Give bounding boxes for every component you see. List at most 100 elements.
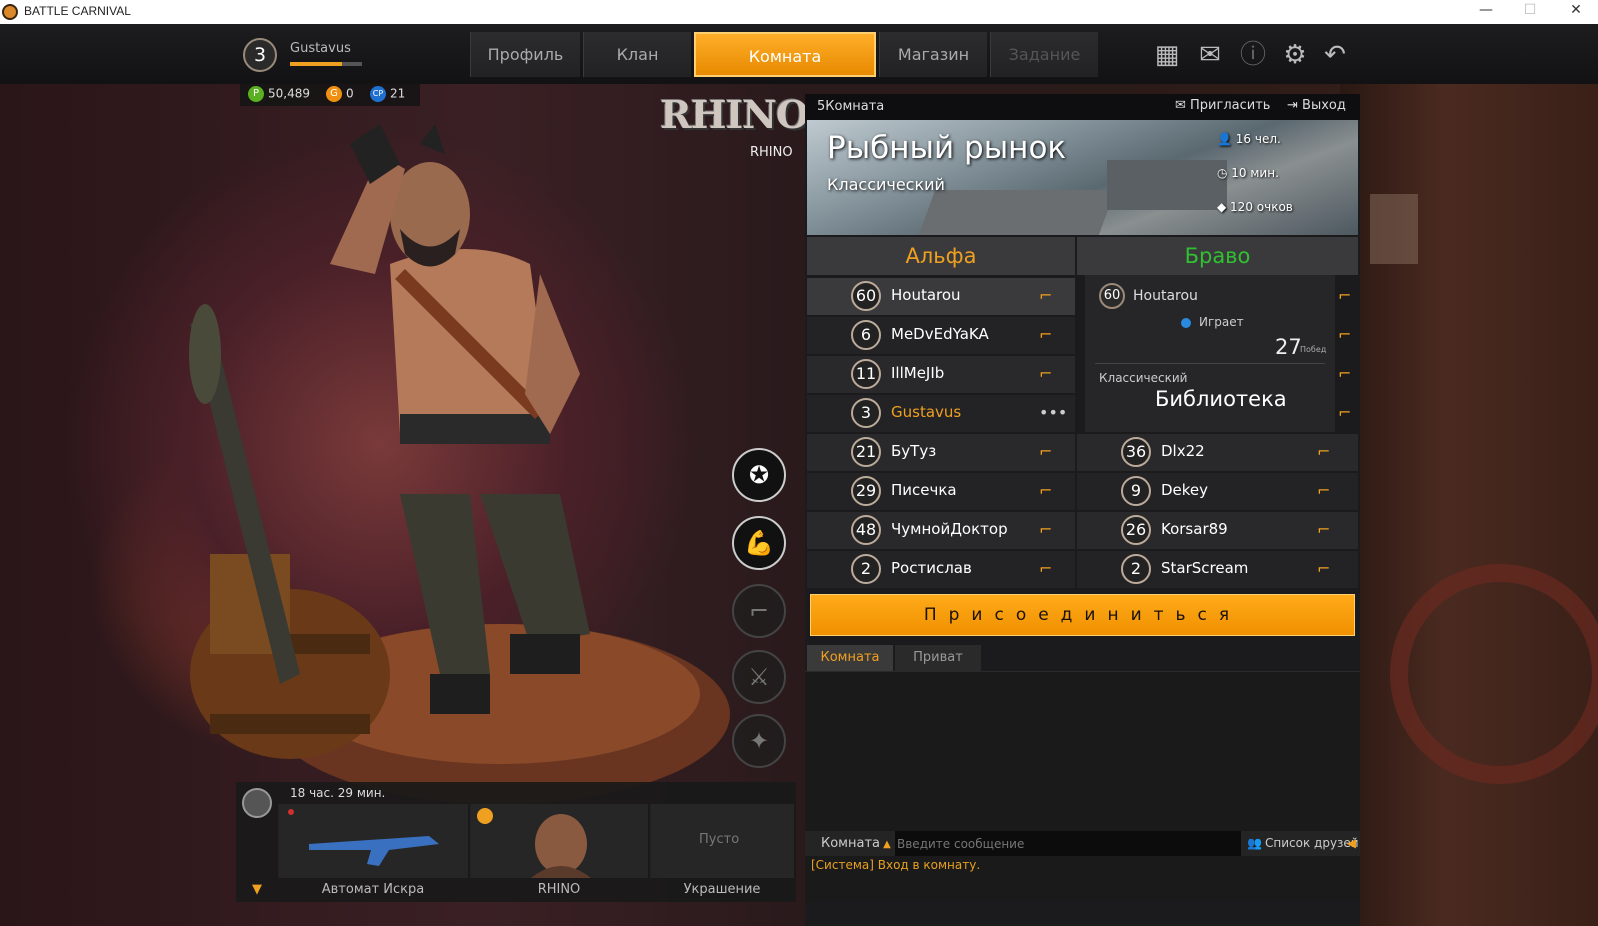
pistol-slot-button[interactable]: ⌐	[732, 584, 786, 638]
join-button[interactable]: Присоединиться	[810, 594, 1355, 636]
loadout-panel: 18 час. 29 мин. Пусто ▼ Автомат Искра RH…	[236, 782, 796, 902]
window-title: BATTLE CARNIVAL	[24, 4, 131, 18]
friends-list-button[interactable]: 👥 Список друзей ◀	[1241, 831, 1360, 856]
score-icon: ◆	[1217, 200, 1231, 214]
weapon-icon: ⌐	[1317, 520, 1331, 539]
weapon-slot[interactable]	[278, 804, 468, 878]
player-name: БуТуз	[891, 442, 937, 460]
player-level-badge: 29	[851, 476, 881, 506]
currency-cp: CP 21	[370, 86, 405, 102]
player-level-badge: 3	[243, 38, 277, 72]
alert-icon[interactable]: ⓘ	[1236, 38, 1270, 72]
player-row[interactable]: 2 StarScream ⌐	[1077, 551, 1358, 588]
card-mode: Классический	[1099, 371, 1188, 385]
weapon-icon: ⌐	[1039, 325, 1053, 344]
player-row[interactable]: 29 Писечка ⌐	[807, 473, 1075, 510]
character-slot[interactable]	[470, 804, 648, 878]
player-level-badge: 11	[851, 359, 881, 389]
map-name: Рыбный рынок	[827, 130, 1067, 166]
tab-clan[interactable]: Клан	[583, 32, 691, 77]
player-row[interactable]: 26 Korsar89 ⌐	[1077, 512, 1358, 549]
character-portrait	[477, 808, 591, 878]
window-titlebar: BATTLE CARNIVAL — ☐ ✕	[0, 0, 1598, 24]
weapon-icon: ⌐	[1338, 325, 1352, 344]
rifle-image	[288, 809, 439, 866]
status-dot-icon	[1181, 318, 1191, 328]
player-row[interactable]: 6 MeDvEdYaKA ⌐	[807, 317, 1075, 354]
weapon-icon: ⌐	[1338, 403, 1352, 422]
close-button[interactable]: ✕	[1556, 2, 1596, 22]
player-name: Gustavus	[891, 403, 962, 421]
player-name: IllMeJIb	[891, 364, 945, 382]
player-row[interactable]: 21 БуТуз ⌐	[807, 434, 1075, 471]
tab-profile[interactable]: Профиль	[470, 32, 580, 77]
map-banner: Рыбный рынок Классический 👤 16 чел. ◷ 10…	[807, 120, 1358, 235]
wins-label: Побед	[1300, 345, 1327, 354]
character-logo: RHINO	[660, 92, 809, 137]
collapse-arrow-icon[interactable]: ▼	[236, 882, 278, 897]
character-rhino-art	[189, 124, 730, 804]
minimize-button[interactable]: —	[1466, 2, 1506, 22]
player-row[interactable]: 48 ЧумнойДоктор ⌐	[807, 512, 1075, 549]
card-map: Библиотека	[1155, 387, 1287, 411]
chat-tab-room[interactable]: Комната	[807, 645, 893, 671]
emote-button[interactable]: ✪	[732, 448, 786, 502]
chat-tab-private[interactable]: Приват	[895, 645, 981, 671]
map-building	[1107, 160, 1227, 210]
weapon-icon: ⌐	[1338, 364, 1352, 383]
exit-icon: ⇥	[1287, 98, 1303, 113]
tab-shop[interactable]: Магазин	[879, 32, 987, 77]
invite-button[interactable]: ✉ Пригласить	[1175, 98, 1270, 113]
decoration-slot[interactable]: Пусто	[650, 804, 794, 878]
room-title: 5Комната	[817, 99, 885, 114]
tab-room[interactable]: Комната	[694, 32, 876, 77]
weapon-icon: ⌐	[1039, 481, 1053, 500]
player-name: Gustavus	[290, 41, 351, 56]
knife-slot-button[interactable]: ⚔	[732, 650, 786, 704]
player-row[interactable]: 9 Dekey ⌐	[1077, 473, 1358, 510]
gear-icon[interactable]: ⚙	[1278, 38, 1312, 72]
score-limit: ◆ 120 очков	[1217, 200, 1293, 214]
tab-quest[interactable]: Задание	[990, 32, 1098, 77]
weapon-icon: ⌐	[1039, 364, 1053, 383]
back-icon[interactable]: ↶	[1318, 38, 1352, 72]
calendar-icon[interactable]: ▦	[1150, 38, 1184, 72]
player-name: Писечка	[891, 481, 957, 499]
maximize-button[interactable]: ☐	[1510, 2, 1550, 22]
pose-flex-button[interactable]: 💪	[732, 516, 786, 570]
chat-input[interactable]	[897, 834, 1237, 854]
chat-log[interactable]: [Система] Вход в комнату.	[805, 671, 1360, 901]
system-message: [Система] Вход в комнату.	[811, 858, 981, 872]
target-decoration	[1390, 564, 1598, 784]
mail-icon[interactable]: ✉	[1193, 38, 1227, 72]
empty-slot-text: Пусто	[699, 832, 740, 847]
weapon-icon: ⌐	[1317, 559, 1331, 578]
map-building	[918, 190, 1116, 235]
player-name: Korsar89	[1161, 520, 1228, 538]
weapon-icon: ⌐	[1317, 442, 1331, 461]
chat-input-bar: Комната ▲ 👥Список друзей◀	[805, 831, 1360, 856]
top-navigation-bar: 3 Gustavus Профиль Клан Комната Магазин …	[0, 24, 1598, 84]
chat-channel-select[interactable]: Комната ▲	[805, 831, 895, 856]
app-logo-icon	[2, 4, 18, 20]
xp-progress-fill	[290, 62, 342, 66]
room-header: 5Комната ✉ Пригласить ⇥ Выход	[805, 94, 1360, 120]
clock-icon: ◷	[1217, 166, 1232, 180]
weapon-icon: ⌐	[1039, 559, 1053, 578]
grenade-slot-button[interactable]: ✦	[732, 714, 786, 768]
more-icon[interactable]: •••	[1039, 403, 1067, 422]
player-name: ЧумнойДоктор	[891, 520, 1008, 538]
p-coin-icon: P	[248, 86, 264, 102]
bravo-player-card[interactable]: 60 Houtarou Играет 27 Побед Классический…	[1085, 275, 1335, 432]
player-row[interactable]: 3 Gustavus •••	[807, 395, 1075, 432]
player-row[interactable]: 60 Houtarou ⌐	[807, 278, 1075, 315]
exit-button[interactable]: ⇥ Выход	[1287, 98, 1346, 113]
team-bravo-header: Браво	[1077, 237, 1358, 275]
currency-bar: P 50,489 G0 CP 21	[240, 82, 420, 106]
player-row[interactable]: 11 IllMeJIb ⌐	[807, 356, 1075, 393]
xp-progress-bar	[290, 62, 362, 66]
player-row[interactable]: 2 Ростислав ⌐	[807, 551, 1075, 588]
chest-icon[interactable]	[242, 788, 272, 818]
wins-count: 27	[1275, 335, 1302, 359]
player-row[interactable]: 36 Dlx22 ⌐	[1077, 434, 1358, 471]
